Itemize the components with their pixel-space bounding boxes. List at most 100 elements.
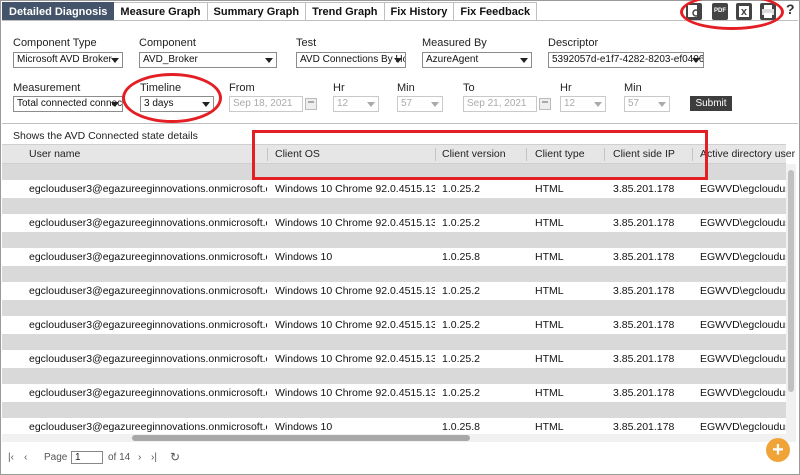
horizontal-scrollbar[interactable] [2, 434, 786, 442]
table-cell: egclouduser3@egazureeginnovations.onmicr… [29, 353, 267, 365]
panel-divider [2, 123, 798, 124]
chevron-down-icon [520, 58, 528, 63]
table-row-separator [2, 266, 786, 282]
tab-fix-history[interactable]: Fix History [384, 2, 455, 21]
table-cell: egclouduser3@egazureeginnovations.onmicr… [29, 251, 267, 263]
vertical-scroll-thumb[interactable] [788, 170, 794, 392]
table-row-separator [2, 402, 786, 418]
column-header-user-name[interactable]: User name [29, 145, 80, 164]
table-cell: 1.0.25.2 [442, 217, 480, 229]
next-page-icon[interactable]: › [138, 452, 141, 463]
tab-detailed-diagnosis[interactable]: Detailed Diagnosis [2, 2, 115, 21]
table-cell: HTML [535, 421, 564, 433]
calendar-icon[interactable] [539, 98, 551, 110]
table-cell: 3.85.201.178 [613, 251, 675, 263]
help-icon[interactable]: ? [786, 1, 795, 17]
chevron-down-icon [111, 58, 119, 63]
chevron-down-icon [265, 58, 273, 63]
table-row[interactable]: egclouduser3@egazureeginnovations.onmicr… [2, 350, 786, 368]
first-page-icon[interactable]: |‹ [8, 452, 14, 463]
table-row[interactable]: egclouduser3@egazureeginnovations.onmicr… [2, 282, 786, 300]
test-select[interactable]: AVD Connections By Ho [296, 52, 406, 68]
chevron-down-icon [658, 102, 666, 107]
table-cell: egclouduser3@egazureeginnovations.onmicr… [29, 217, 267, 229]
table-row[interactable]: egclouduser3@egazureeginnovations.onmicr… [2, 180, 786, 198]
from-label: From [229, 82, 255, 94]
descriptor-value: 5392057d-e1f7-4282-8203-ef0406f [552, 54, 704, 65]
table-cell: egclouduser3@egazureeginnovations.onmicr… [29, 421, 267, 433]
column-header-active-directory-user[interactable]: Active directory user [700, 145, 795, 164]
from-date-input[interactable]: Sep 18, 2021 [229, 96, 303, 112]
table-row[interactable]: egclouduser3@egazureeginnovations.onmicr… [2, 214, 786, 232]
table-cell: egclouduser3@egazureeginnovations.onmicr… [29, 183, 267, 195]
tab-trend-graph[interactable]: Trend Graph [306, 2, 385, 21]
from-min-label: Min [397, 82, 415, 94]
submit-button[interactable]: Submit [690, 96, 732, 111]
to-hour-value: 12 [564, 98, 576, 109]
to-hr-label: Hr [560, 82, 572, 94]
table-cell: 3.85.201.178 [613, 353, 675, 365]
table-cell: Windows 10 Chrome 92.0.4515.131 [275, 217, 435, 229]
from-hour-value: 12 [337, 98, 349, 109]
tab-measure-graph[interactable]: Measure Graph [114, 2, 208, 21]
horizontal-scroll-thumb[interactable] [132, 435, 470, 441]
measured-by-select[interactable]: AzureAgent [422, 52, 532, 68]
table-cell: HTML [535, 319, 564, 331]
descriptor-label: Descriptor [548, 37, 599, 49]
descriptor-select[interactable]: 5392057d-e1f7-4282-8203-ef0406f [548, 52, 704, 68]
table-caption: Shows the AVD Connected state details [13, 130, 198, 142]
to-date-input[interactable]: Sep 21, 2021 [463, 96, 537, 112]
to-hour-select[interactable]: 12 [560, 96, 606, 112]
to-label: To [463, 82, 475, 94]
measured-by-value: AzureAgent [426, 54, 479, 65]
table-row-separator [2, 368, 786, 384]
table-cell: Windows 10 Chrome 92.0.4515.131 [275, 285, 435, 297]
to-minute-select[interactable]: 57 [624, 96, 670, 112]
from-hour-select[interactable]: 12 [333, 96, 379, 112]
plus-icon[interactable]: + [766, 438, 790, 462]
table-row-separator [2, 232, 786, 248]
component-label: Component [139, 37, 196, 49]
component-select[interactable]: AVD_Broker [139, 52, 277, 68]
table-cell: 1.0.25.2 [442, 387, 480, 399]
tab-fix-feedback[interactable]: Fix Feedback [454, 2, 538, 21]
table-cell: EGWVD\egclouduser3 [700, 319, 786, 331]
last-page-icon[interactable]: ›| [151, 452, 157, 463]
from-hr-label: Hr [333, 82, 345, 94]
table-cell: EGWVD\egclouduser3 [700, 353, 786, 365]
chevron-down-icon [594, 102, 602, 107]
measurement-select[interactable]: Total connected connec [13, 96, 123, 112]
tab-summary-graph[interactable]: Summary Graph [207, 2, 307, 21]
tab-bar: Detailed Diagnosis Measure Graph Summary… [2, 2, 538, 21]
table-cell: egclouduser3@egazureeginnovations.onmicr… [29, 285, 267, 297]
to-min-label: Min [624, 82, 642, 94]
measurement-value: Total connected connec [17, 98, 123, 109]
table-row[interactable]: egclouduser3@egazureeginnovations.onmicr… [2, 384, 786, 402]
table-row-separator [2, 300, 786, 316]
chevron-down-icon [367, 102, 375, 107]
table-cell: 1.0.25.8 [442, 251, 480, 263]
prev-page-icon[interactable]: ‹ [24, 452, 27, 463]
table-cell: 3.85.201.178 [613, 421, 675, 433]
measurement-label: Measurement [13, 82, 81, 94]
calendar-icon[interactable] [305, 98, 317, 110]
test-label: Test [296, 37, 317, 49]
table-cell: HTML [535, 251, 564, 263]
table-row[interactable]: egclouduser3@egazureeginnovations.onmicr… [2, 316, 786, 334]
annotation-oval-timeline [122, 73, 222, 123]
test-value: AVD Connections By Ho [300, 54, 406, 65]
from-minute-select[interactable]: 57 [397, 96, 443, 112]
table-cell: egclouduser3@egazureeginnovations.onmicr… [29, 387, 267, 399]
refresh-icon[interactable]: ↻ [170, 450, 180, 464]
table-row[interactable]: egclouduser3@egazureeginnovations.onmicr… [2, 248, 786, 266]
table-cell: 3.85.201.178 [613, 319, 675, 331]
chevron-down-icon [111, 102, 119, 107]
component-type-select[interactable]: Microsoft AVD Broker [13, 52, 123, 68]
page-label: Page [44, 452, 68, 463]
page-number-input[interactable]: 1 [71, 451, 103, 464]
table-cell: 1.0.25.2 [442, 319, 480, 331]
vertical-scrollbar[interactable] [786, 164, 796, 442]
table-cell: HTML [535, 285, 564, 297]
table-cell: 3.85.201.178 [613, 183, 675, 195]
table-row[interactable]: egclouduser3@egazureeginnovations.onmicr… [2, 418, 786, 434]
